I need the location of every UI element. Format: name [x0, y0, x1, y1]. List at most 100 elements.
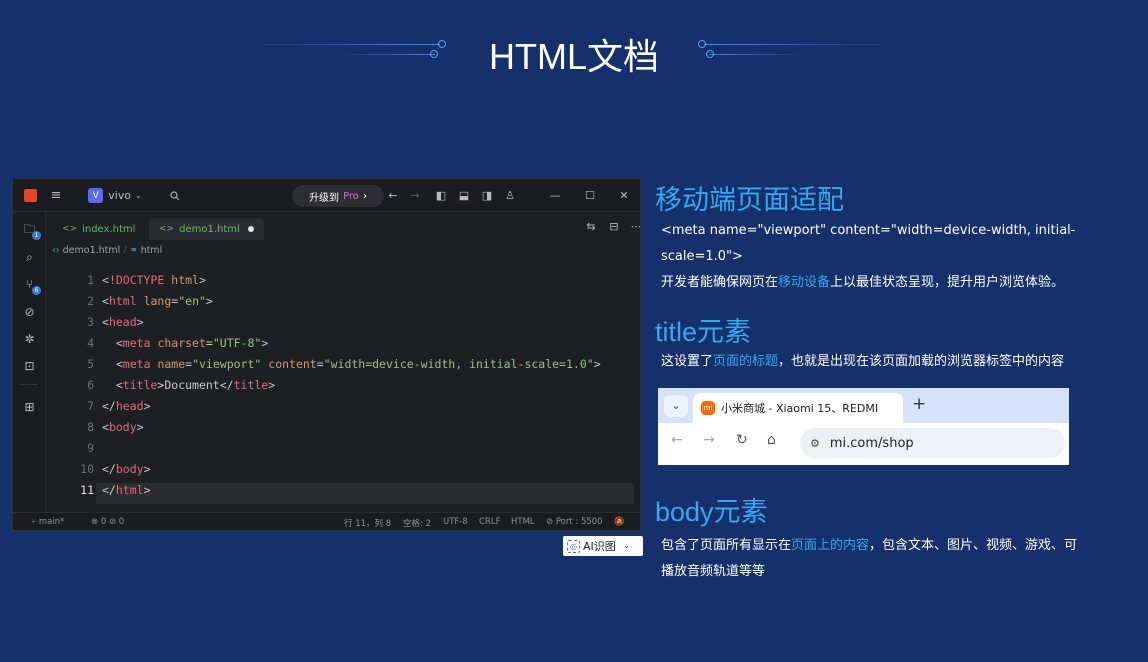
title-decoration-right [698, 40, 908, 58]
line-number: 10 [80, 462, 94, 476]
line-number: 6 [87, 378, 94, 392]
section-title-title-element: title元素 [655, 317, 752, 347]
explorer-badge: 1 [32, 231, 41, 240]
source-control-icon[interactable]: ⑂ 6 [22, 277, 41, 295]
body-description: 包含了页面所有显示在页面上的内容，包含文本、图片、视频、游戏、可 播放音频轨道等… [661, 538, 1078, 579]
app-logo-icon [24, 189, 37, 202]
code-line: </html> [102, 483, 151, 497]
upgrade-label: 升级到 [309, 192, 340, 204]
tab-search-icon[interactable]: ⌄ [664, 395, 688, 417]
reload-icon[interactable]: ↻ [736, 432, 748, 448]
home-icon[interactable]: ⌂ [767, 432, 776, 448]
line-number: 2 [87, 294, 94, 308]
breadcrumb-file[interactable]: demo1.html [63, 245, 121, 256]
html-file-icon: <> [62, 224, 78, 234]
line-number: 8 [87, 420, 94, 434]
new-tab-icon[interactable]: + [912, 394, 926, 414]
status-bar: ⑂ main* ⊗ 0 ⊘ 0 行 11，列 8 空格: 2 UTF-8 CRL… [13, 512, 640, 530]
browser-tab-example: ⌄ mi 小米商城 - Xiaomi 15、REDMI + ← → ↻ ⌂ ⚙ … [658, 388, 1069, 465]
layout-right-icon[interactable]: ◨ [478, 179, 496, 212]
code-line: <title>Document</title> [115, 378, 276, 392]
account-icon[interactable]: ♙ [501, 179, 519, 212]
html-file-icon: <> [159, 224, 175, 234]
line-number: 5 [87, 357, 94, 371]
chevron-right-icon: › [362, 190, 367, 202]
editor-titlebar: ≡ V vivo ⌄ 升级到 Pro › ← → ◧ ⬓ ◨ ♙ — ☐ ✕ [13, 179, 640, 212]
line-number: 7 [87, 399, 94, 413]
compare-icon[interactable]: ⇆ [583, 212, 599, 240]
code-line: <head> [102, 315, 144, 329]
line-number: 9 [87, 441, 94, 455]
indentation[interactable]: 空格: 2 [403, 517, 431, 529]
title-decoration-left [240, 40, 450, 58]
code-area[interactable]: 1 2 3 4 5 6 7 8 9 10 11 <!DOCTYPE html> … [46, 269, 640, 509]
plugin-icon[interactable]: ⊘ [22, 305, 37, 320]
cursor-position[interactable]: 行 11，列 8 [344, 517, 391, 529]
breadcrumb-node[interactable]: html [141, 245, 163, 256]
line-number: 3 [87, 315, 94, 329]
activity-bar: 🗀 1 ⌕ ⑂ 6 ⊘ ✲ ⊡ ⊞ [13, 212, 46, 514]
breadcrumb: ‹› demo1.html / ⚭ html [52, 245, 162, 256]
back-icon[interactable]: ← [671, 432, 683, 448]
section-title-body-element: body元素 [655, 497, 768, 527]
url-text: mi.com/shop [829, 435, 914, 451]
code-line: <meta charset="UTF-8"> [115, 336, 269, 350]
unsaved-dot-icon [247, 226, 254, 232]
explorer-icon[interactable]: 🗀 1 [22, 222, 41, 240]
minimize-icon[interactable]: — [546, 179, 564, 212]
page-title: HTML文档 [489, 36, 659, 77]
code-line: <!DOCTYPE html> [102, 273, 206, 287]
pro-label: Pro [343, 190, 359, 202]
viewport-meta-code: <meta name="viewport" content="width=dev… [661, 218, 1075, 296]
forward-icon[interactable]: → [703, 432, 715, 448]
chevron-down-icon: ⌄ [135, 191, 142, 200]
git-badge: 6 [32, 286, 41, 295]
code-line: </head> [102, 399, 151, 413]
project-name: vivo [108, 189, 132, 202]
close-icon[interactable]: ✕ [615, 179, 633, 212]
activity-divider [21, 384, 38, 385]
mi-logo-icon: mi [701, 401, 715, 415]
split-editor-icon[interactable]: ⊟ [606, 212, 622, 240]
notification-icon[interactable]: 🔕 [614, 517, 625, 527]
tab-label: index.html [82, 223, 136, 235]
forward-arrow-icon[interactable]: → [406, 179, 424, 212]
ai-image-recognition-button[interactable]: ◎ AI识图 ⌄ [563, 536, 643, 556]
more-icon[interactable]: ⋯ [628, 212, 641, 240]
tab-demo1-html[interactable]: <> demo1.html [149, 218, 264, 240]
address-bar[interactable]: ⚙ mi.com/shop [800, 428, 1065, 458]
layout-left-icon[interactable]: ◧ [432, 179, 450, 212]
site-settings-icon[interactable]: ⚙ [810, 437, 820, 450]
search-icon[interactable] [167, 179, 183, 212]
layout-bottom-icon[interactable]: ⬓ [455, 179, 473, 212]
upgrade-pro-button[interactable]: 升级到 Pro › [292, 185, 384, 207]
debug-icon[interactable]: ✲ [22, 332, 37, 347]
live-server-port[interactable]: ⊘ Port : 5500 [546, 517, 603, 527]
html-file-icon: ‹› [52, 245, 60, 256]
line-number: 11 [80, 483, 94, 497]
project-badge: V [88, 188, 104, 203]
code-line: </body> [102, 462, 151, 476]
language-mode[interactable]: HTML [511, 517, 535, 527]
branch-indicator[interactable]: ⑂ main* [31, 517, 64, 527]
encoding[interactable]: UTF-8 [443, 517, 468, 527]
ai-button-label: AI识图 [583, 540, 616, 553]
line-ending[interactable]: CRLF [479, 517, 500, 527]
menu-icon[interactable]: ≡ [47, 179, 65, 212]
extensions-icon[interactable]: ⊞ [22, 400, 37, 415]
search-panel-icon[interactable]: ⌕ [22, 250, 37, 265]
code-line: <body> [102, 420, 144, 434]
maximize-icon[interactable]: ☐ [581, 179, 599, 212]
tab-index-html[interactable]: <> index.html [52, 218, 145, 240]
code-line: <html lang="en"> [102, 294, 213, 308]
element-icon: ⚭ [129, 245, 138, 256]
back-arrow-icon[interactable]: ← [384, 179, 402, 212]
browser-tab[interactable]: mi 小米商城 - Xiaomi 15、REDMI [693, 393, 903, 423]
problems-indicator[interactable]: ⊗ 0 ⊘ 0 [91, 517, 124, 527]
preview-icon[interactable]: ⊡ [22, 359, 37, 374]
scan-icon: ◎ [567, 539, 580, 553]
project-switcher[interactable]: V vivo ⌄ [87, 179, 143, 212]
title-description: 这设置了页面的标题，也就是出现在该页面加载的浏览器标签中的内容 [661, 354, 1065, 369]
tab-label: demo1.html [179, 223, 240, 235]
code-editor-window: ≡ V vivo ⌄ 升级到 Pro › ← → ◧ ⬓ ◨ ♙ — ☐ ✕ 🗀… [12, 178, 641, 531]
